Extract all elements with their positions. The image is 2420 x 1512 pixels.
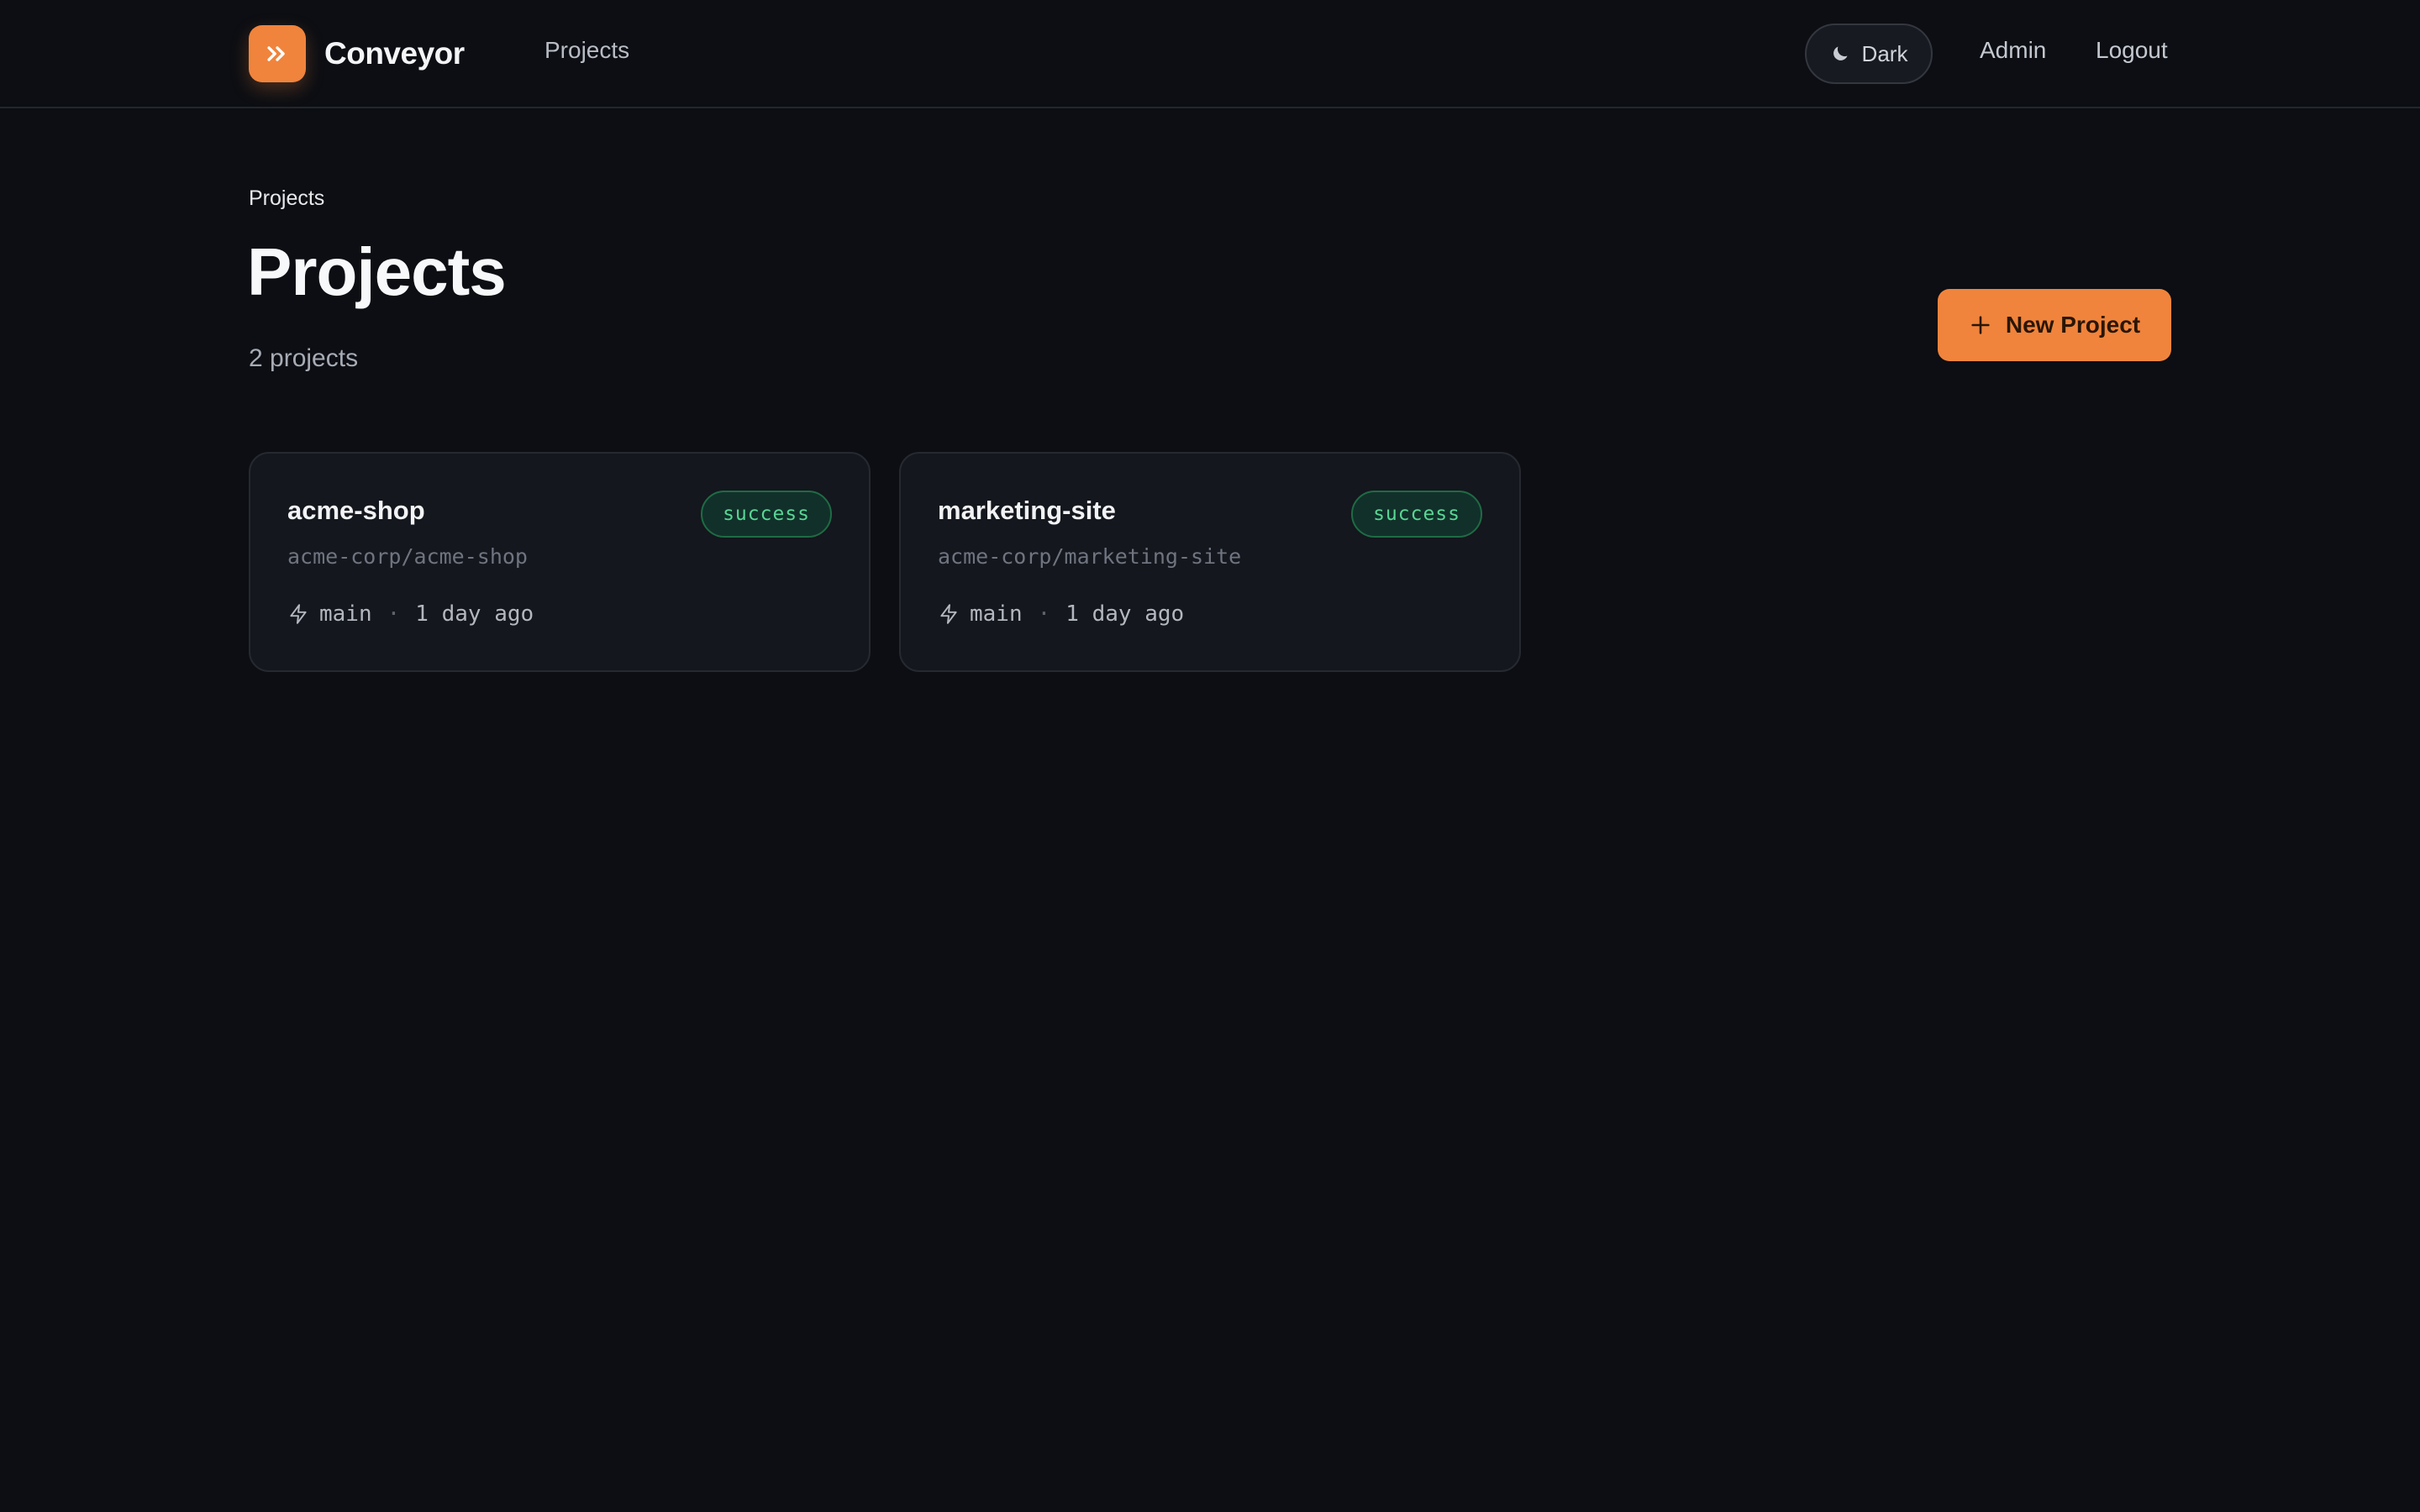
new-project-label: New Project [2005,312,2141,338]
branch-name: main [319,601,372,627]
project-meta: main · 1 day ago [287,601,534,627]
theme-toggle-button[interactable]: Dark [1805,24,1933,84]
lightning-icon [287,603,309,625]
page-title: Projects [247,234,507,309]
brand-name: Conveyor [324,36,465,71]
project-repo: acme-corp/marketing-site [938,544,1242,569]
logout-link[interactable]: Logout [2096,37,2168,64]
moon-icon [1830,44,1850,64]
meta-separator: · [1037,601,1051,627]
theme-toggle-label: Dark [1861,40,1908,66]
breadcrumb: Projects [249,186,325,210]
new-project-button[interactable]: New Project [1938,289,2171,361]
project-count: 2 projects [249,344,359,372]
meta-separator: · [387,601,401,627]
project-card-marketing-site[interactable]: marketing-site success acme-corp/marketi… [899,452,1521,672]
lightning-icon [938,603,960,625]
project-card-acme-shop[interactable]: acme-shop success acme-corp/acme-shop ma… [249,452,871,672]
branch-name: main [970,601,1023,627]
project-name: marketing-site [938,496,1116,525]
status-badge: success [1351,491,1482,538]
nav-link-admin[interactable]: Admin [1980,37,2046,64]
project-name: acme-shop [287,496,425,525]
conveyor-logo-icon [249,25,306,82]
last-updated: 1 day ago [1065,601,1185,627]
nav-link-projects[interactable]: Projects [544,37,629,64]
project-meta: main · 1 day ago [938,601,1184,627]
project-repo: acme-corp/acme-shop [287,544,528,569]
brand[interactable]: Conveyor [249,25,465,82]
last-updated: 1 day ago [415,601,534,627]
plus-icon [1969,313,1992,337]
status-badge: success [701,491,832,538]
top-navigation-bar: Conveyor Projects Dark Admin Logout [0,0,2420,108]
